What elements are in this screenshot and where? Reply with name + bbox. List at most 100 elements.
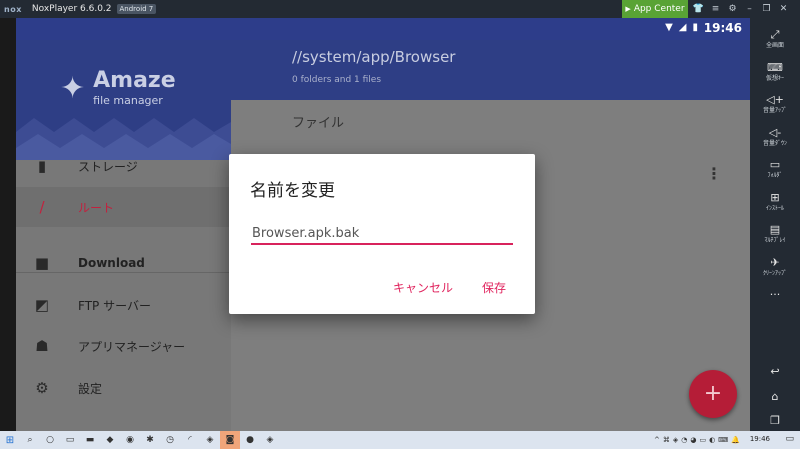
add-fab-button[interactable]: + [689,370,737,418]
home-icon[interactable]: ⌂ [750,390,800,403]
app-icon[interactable]: ◆ [100,431,120,449]
close-icon[interactable]: ✕ [775,4,792,14]
tray-icon[interactable]: ⌘ [663,436,670,444]
menu-icon[interactable]: ≡ [707,4,724,14]
drawer-item-label: アプリマネージャー [78,339,186,354]
recents-icon[interactable]: ❐ [750,414,800,427]
drawer-item[interactable]: / ルート [16,187,231,227]
toolbar-button[interactable]: ✈ ｸﾘｰﾝｱｯﾌﾟ [750,256,800,288]
chrome-icon[interactable]: ◉ [120,431,140,449]
wifi-icon: ▼ [665,22,673,33]
record-icon[interactable]: ● [240,431,260,449]
search-icon[interactable]: ⌕ [20,431,40,449]
file-explorer-icon[interactable]: ▬ [80,431,100,449]
fullscreen-icon: ⤢ [770,28,780,41]
drawer-item[interactable]: ▮ ストレージ [16,146,231,186]
drawer-item[interactable]: ■ Download [16,243,231,283]
toolbar-label: ﾌｫﾙﾀﾞ [767,172,783,179]
multi-play-icon: ▤ [769,223,781,236]
battery-icon: ▮ [692,22,698,33]
current-path: //system/app/Browser [292,48,456,66]
tray-icon[interactable]: ▭ [699,436,706,444]
toolbar-button[interactable]: ▤ ﾏﾙﾁﾌﾟﾚｲ [750,223,800,255]
toolbar-label: 音量ｱｯﾌﾟ [762,107,787,114]
gear-icon[interactable]: ⚙ [724,4,741,14]
folder-monitor-icon: ▭ [769,158,781,171]
window-title: NoxPlayer 6.6.0.2 [31,4,112,14]
toolbar-button[interactable]: ▭ ﾌｫﾙﾀﾞ [750,158,800,190]
sparkle-icon: ✦ [60,70,86,106]
drawer-item[interactable]: ☗ アプリマネージャー [16,326,231,366]
window-title-bar: nox NoxPlayer 6.6.0.2 Android 7 ▶ App Ce… [0,0,800,18]
notification-icon[interactable]: ▭ [785,434,794,444]
toolbar-label: ﾏﾙﾁﾌﾟﾚｲ [764,237,786,244]
toolbar-label: 音量ﾀﾞｳﾝ [762,139,787,147]
drawer-item-label: FTP サーバー [78,298,151,313]
rocket-icon: ✈ [770,255,780,269]
ftp-folder-icon: ◩ [34,296,50,314]
drawer-item-label: ルート [78,200,115,215]
alarm-icon[interactable]: ◷ [160,431,180,449]
brand-name: Amaze [93,68,176,93]
toolbar-button[interactable]: ⤢ 全画面 [750,28,800,60]
volume-up-icon: ◁+ [766,93,784,106]
toolbar-label: ｸﾘｰﾝｱｯﾌﾟ [762,269,787,277]
minimize-icon[interactable]: – [741,4,758,14]
more-options-icon[interactable]: ⋮ [706,164,722,183]
drawer-item-label: 設定 [78,381,103,396]
path-header: //system/app/Browser 0 folders and 1 fil… [231,40,750,100]
tray-icon[interactable]: ^ [654,436,660,444]
toolbar-button[interactable]: ◁+ 音量ｱｯﾌﾟ [750,93,800,125]
task-view-icon[interactable]: ▭ [60,431,80,449]
shirt-icon[interactable]: 👕 [690,4,707,14]
more-icon: ··· [769,288,781,301]
brand-subtitle: file manager [93,94,163,107]
rename-dialog: 名前を変更 キャンセル 保存 [229,154,535,314]
amaze-logo: ✦ Amaze file manager [60,68,176,108]
window-controls: 👕 ≡ ⚙ – ❐ ✕ [690,0,792,18]
tray-icon[interactable]: ◔ [681,436,687,444]
back-icon[interactable]: ↩ [750,365,800,378]
app-icon[interactable]: ◈ [260,431,280,449]
root-slash-icon: / [39,198,45,216]
app-icon[interactable]: ◈ [200,431,220,449]
keyboard-icon: ⌨ [767,60,783,74]
navigation-drawer: ✦ Amaze file manager ▮ ストレージ / ルート ■ Download… [16,40,231,431]
toolbar-button[interactable]: ⌨ 仮想ｷｰ [750,61,800,93]
drawer-item[interactable]: ◩ FTP サーバー [16,285,231,325]
app-center-button[interactable]: ▶ App Center [622,0,688,18]
tray-icon[interactable]: ◕ [690,436,696,444]
app-center-label: App Center [633,4,685,14]
cancel-button[interactable]: キャンセル [393,279,453,296]
status-bar: ▼ ◢ ▮ 19:46 [16,18,750,40]
tray-icon[interactable]: 🔔 [731,436,740,444]
android-icon: ☗ [35,337,49,355]
toolbar-button[interactable]: ⊞ ｲﾝｽﾄｰﾙ [750,191,800,223]
install-icon: ⊞ [770,190,780,204]
gear-icon: ⚙ [35,379,49,397]
play-icon: ▶ [625,5,631,13]
feed-icon[interactable]: ◜ [180,431,200,449]
discord-icon[interactable]: ◙ [220,431,240,449]
toolbar-button[interactable]: ··· [750,288,800,320]
tray-icon[interactable]: ◈ [673,436,678,444]
toolbar-label: 仮想ｷｰ [765,74,784,82]
toolbar-label: 全画面 [765,42,784,49]
system-tray: ^ ⌘ ◈ ◔ ◕ ▭ ◐ ⌨ 🔔 [654,431,740,449]
cortana-icon[interactable]: ○ [40,431,60,449]
settings-icon[interactable]: ✱ [140,431,160,449]
filename-input[interactable] [251,223,513,245]
toolbar-label: ｲﾝｽﾄｰﾙ [765,204,784,212]
restore-icon[interactable]: ❐ [758,4,775,14]
save-button[interactable]: 保存 [482,279,506,296]
android-version-badge: Android 7 [116,4,157,14]
tray-icon[interactable]: ⌨ [718,436,728,444]
toolbar-button[interactable]: ◁- 音量ﾀﾞｳﾝ [750,126,800,158]
signal-icon: ◢ [678,22,687,33]
drawer-divider [16,272,231,273]
status-icons: ▼ ◢ ▮ [665,22,698,33]
windows-start-icon[interactable]: ⊞ [0,431,20,449]
drawer-item[interactable]: ⚙ 設定 [16,368,231,408]
tray-icon[interactable]: ◐ [709,436,715,444]
files-section-label: ファイル [292,116,345,131]
